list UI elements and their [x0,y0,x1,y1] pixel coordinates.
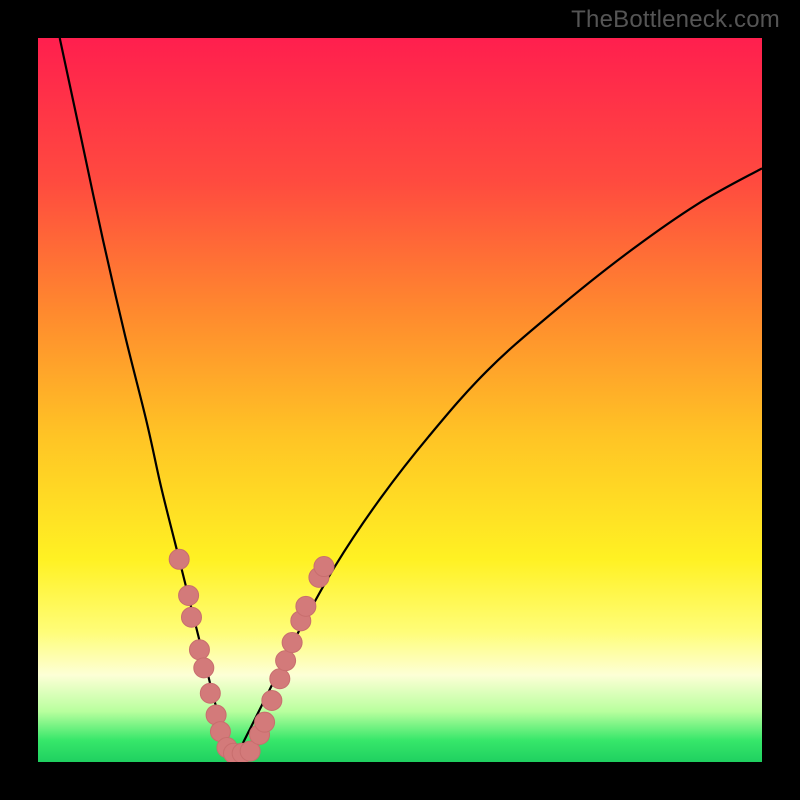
data-marker [189,640,209,660]
chart-svg [38,38,762,762]
outer-frame: TheBottleneck.com [0,0,800,800]
data-marker [181,607,201,627]
watermark-text: TheBottleneck.com [571,6,780,34]
data-marker [276,651,296,671]
data-marker [194,658,214,678]
data-marker [314,557,334,577]
data-marker [296,596,316,616]
data-marker [282,633,302,653]
data-marker [270,669,290,689]
data-marker [169,549,189,569]
data-marker [262,690,282,710]
data-marker [200,683,220,703]
data-marker [255,712,275,732]
gradient-background [38,38,762,762]
data-marker [179,585,199,605]
plot-area [38,38,762,762]
